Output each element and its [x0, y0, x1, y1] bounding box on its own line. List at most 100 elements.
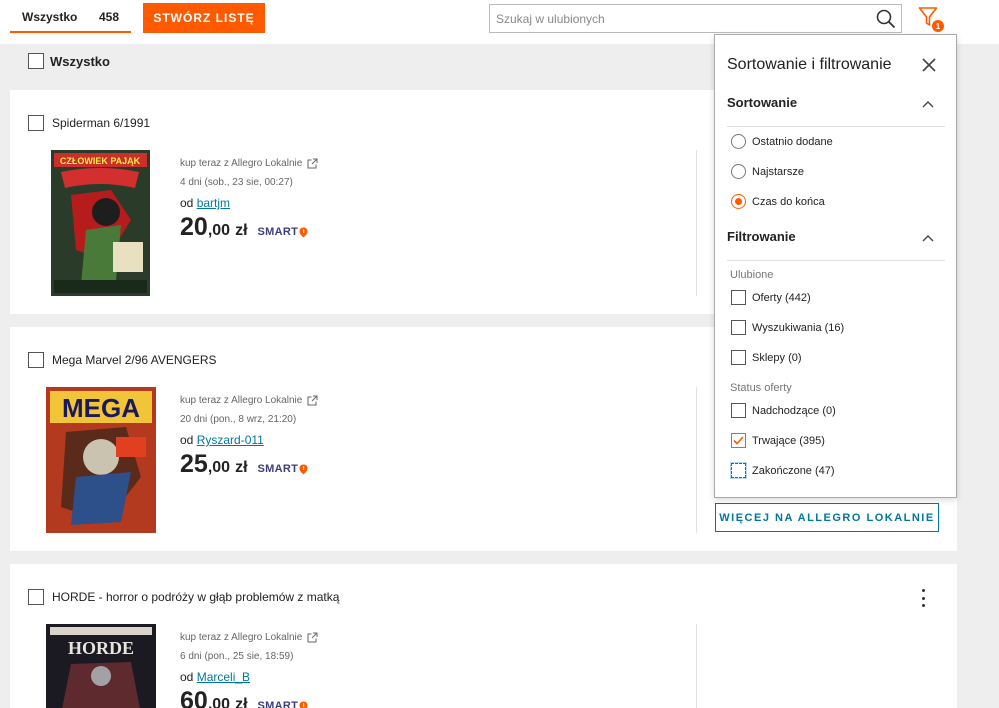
- price-cents: ,00: [207, 459, 231, 476]
- filter-shops[interactable]: Sklepy (0): [731, 350, 802, 365]
- filter-section-header[interactable]: Filtrowanie: [727, 229, 796, 244]
- price-cents: ,00: [207, 222, 231, 239]
- favorites-group-label: Ulubione: [730, 269, 774, 281]
- close-icon[interactable]: [921, 57, 937, 73]
- offer-header: Spiderman 6/1991: [28, 115, 150, 131]
- price-currency: zł: [235, 459, 248, 476]
- offer-info: kup teraz z Allegro Lokalnie 6 dni (pon.…: [180, 630, 318, 708]
- sort-option-newest[interactable]: Ostatnio dodane: [731, 134, 833, 149]
- offer-source-label: kup teraz z Allegro Lokalnie: [180, 631, 303, 643]
- offer-source-label: kup teraz z Allegro Lokalnie: [180, 394, 303, 406]
- card-divider: [696, 150, 697, 296]
- offer-checkbox[interactable]: [28, 589, 44, 605]
- offer-thumbnail[interactable]: CZŁOWIEK PAJĄK: [51, 150, 150, 296]
- offer-thumbnail[interactable]: HORDE: [46, 624, 156, 708]
- seller-prefix: od: [180, 433, 194, 447]
- seller-prefix: od: [180, 670, 194, 684]
- smart-drop-icon: [299, 701, 308, 708]
- seller-link[interactable]: Marceli_B: [197, 670, 250, 684]
- select-all-label: Wszystko: [50, 53, 110, 69]
- chevron-up-icon[interactable]: [921, 233, 935, 243]
- create-list-button[interactable]: STWÓRZ LISTĘ: [143, 3, 265, 33]
- price-cents: ,00: [207, 696, 231, 708]
- offer-seller: od Ryszard-011: [180, 433, 318, 447]
- offer-info: kup teraz z Allegro Lokalnie 4 dni (sob.…: [180, 156, 318, 242]
- chevron-up-icon[interactable]: [921, 99, 935, 109]
- smart-badge: SMART: [258, 226, 309, 238]
- filter-option-label: Oferty (442): [752, 291, 811, 304]
- filter-option-label: Trwające (395): [752, 434, 825, 447]
- filter-option-label: Nadchodzące (0): [752, 404, 836, 417]
- filter-upcoming[interactable]: Nadchodzące (0): [731, 403, 836, 418]
- offer-card: HORDE - horror o podróży w głąb problemó…: [10, 564, 957, 708]
- filter-ended[interactable]: Zakończone (47): [730, 462, 835, 479]
- smart-badge: SMART: [258, 700, 309, 708]
- sort-option-oldest[interactable]: Najstarsze: [731, 164, 804, 179]
- filter-checkbox[interactable]: [731, 320, 746, 335]
- offer-source[interactable]: kup teraz z Allegro Lokalnie: [180, 156, 318, 170]
- smart-drop-icon: [299, 227, 308, 237]
- offer-price: 60,00 zł SMART: [180, 687, 318, 708]
- filter-searches[interactable]: Wyszukiwania (16): [731, 320, 844, 335]
- price-main: 20: [180, 213, 208, 241]
- filter-offers[interactable]: Oferty (442): [731, 290, 811, 305]
- sort-radio-selected[interactable]: [731, 194, 746, 209]
- offer-source[interactable]: kup teraz z Allegro Lokalnie: [180, 393, 318, 407]
- seller-link[interactable]: bartjm: [197, 196, 230, 210]
- divider: [727, 126, 945, 127]
- filter-checkbox[interactable]: [731, 350, 746, 365]
- offer-header: Mega Marvel 2/96 AVENGERS: [28, 352, 217, 368]
- offer-title[interactable]: Spiderman 6/1991: [52, 116, 150, 130]
- offer-time: 6 dni (pon., 25 sie, 18:59): [180, 651, 294, 662]
- sort-option-label: Czas do końca: [752, 195, 825, 208]
- smart-badge-label: SMART: [257, 226, 299, 238]
- filter-checkbox[interactable]: [731, 290, 746, 305]
- sort-radio[interactable]: [731, 134, 746, 149]
- offer-price: 25,00 zł SMART: [180, 450, 318, 479]
- tab-all-label: Wszystko: [22, 10, 78, 24]
- more-on-allegro-lokalnie-button[interactable]: WIĘCEJ NA ALLEGRO LOKALNIE: [715, 503, 939, 532]
- offer-source[interactable]: kup teraz z Allegro Lokalnie: [180, 630, 318, 644]
- offer-price: 20,00 zł SMART: [180, 213, 318, 242]
- price-main: 25: [180, 450, 208, 478]
- select-all[interactable]: Wszystko: [28, 53, 110, 69]
- filter-checkbox-checked[interactable]: [731, 433, 746, 448]
- offer-title[interactable]: Mega Marvel 2/96 AVENGERS: [52, 353, 217, 367]
- more-options-icon[interactable]: [916, 589, 930, 607]
- filter-option-label: Sklepy (0): [752, 351, 802, 364]
- card-divider: [696, 387, 697, 533]
- sort-section-header[interactable]: Sortowanie: [727, 95, 797, 110]
- offer-thumbnail[interactable]: MEGA: [46, 387, 156, 533]
- external-link-icon: [307, 158, 318, 168]
- offer-header: HORDE - horror o podróży w głąb problemó…: [28, 589, 339, 605]
- divider: [727, 260, 945, 261]
- filter-badge: 1: [932, 20, 944, 32]
- filter-checkbox[interactable]: [731, 403, 746, 418]
- seller-link[interactable]: Ryszard-011: [197, 433, 264, 447]
- offer-checkbox[interactable]: [28, 115, 44, 131]
- tab-all[interactable]: Wszystko 458: [10, 3, 131, 33]
- smart-badge-label: SMART: [257, 463, 299, 475]
- price-currency: zł: [235, 222, 248, 239]
- search-input[interactable]: [490, 11, 871, 26]
- sort-radio[interactable]: [731, 164, 746, 179]
- sort-option-label: Ostatnio dodane: [752, 135, 833, 148]
- svg-text:MEGA: MEGA: [62, 393, 140, 423]
- external-link-icon: [307, 632, 318, 642]
- filter-button[interactable]: 1: [918, 6, 944, 34]
- offer-checkbox[interactable]: [28, 352, 44, 368]
- seller-prefix: od: [180, 196, 194, 210]
- offer-seller: od Marceli_B: [180, 670, 318, 684]
- tab-all-count: 458: [98, 10, 119, 24]
- search-icon[interactable]: [871, 5, 901, 32]
- smart-badge: SMART: [258, 463, 309, 475]
- offer-source-label: kup teraz z Allegro Lokalnie: [180, 157, 303, 169]
- sort-filter-panel: Sortowanie i filtrowanie Sortowanie Osta…: [714, 34, 957, 498]
- smart-badge-label: SMART: [257, 700, 299, 708]
- price-main: 60: [180, 687, 208, 708]
- sort-option-ending[interactable]: Czas do końca: [731, 194, 825, 209]
- filter-checkbox-focused[interactable]: [730, 462, 747, 479]
- filter-ongoing[interactable]: Trwające (395): [731, 433, 825, 448]
- offer-title[interactable]: HORDE - horror o podróży w głąb problemó…: [52, 590, 339, 604]
- select-all-checkbox[interactable]: [28, 53, 44, 69]
